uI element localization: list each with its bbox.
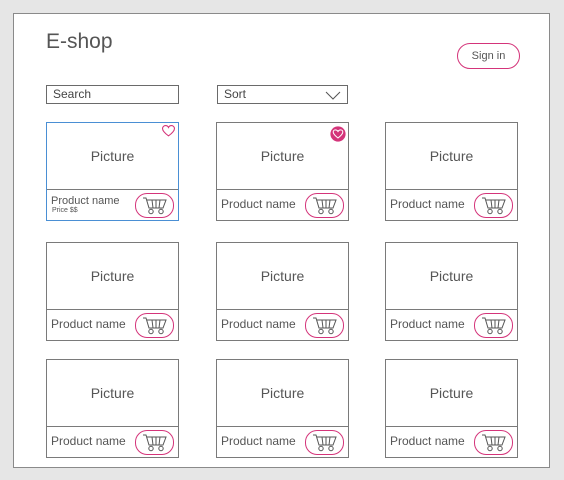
sign-in-button[interactable]: Sign in (457, 43, 520, 69)
product-card-7[interactable]: Picture Product name (46, 359, 179, 458)
chevron-down-icon (325, 91, 341, 100)
shop-logo: E-shop (46, 30, 113, 53)
product-card-5[interactable]: Picture Product name (216, 242, 349, 341)
product-picture[interactable]: Picture (217, 360, 348, 427)
product-card-2[interactable]: Picture Product name (216, 122, 349, 221)
product-card-4[interactable]: Picture Product name (46, 242, 179, 341)
add-to-cart-button[interactable] (474, 430, 513, 455)
product-name[interactable]: Product name (221, 317, 296, 331)
add-to-cart-button[interactable] (474, 193, 513, 218)
shopping-cart-icon (142, 317, 167, 334)
add-to-cart-button[interactable] (305, 430, 344, 455)
product-picture[interactable]: Picture (386, 360, 517, 427)
sort-label: Sort (224, 87, 247, 101)
product-card-8[interactable]: Picture Product name (216, 359, 349, 458)
product-card-9[interactable]: Picture Product name (385, 359, 518, 458)
product-name[interactable]: Product name (390, 197, 465, 211)
product-name[interactable]: Product name (390, 434, 465, 448)
product-picture[interactable]: Picture (47, 360, 178, 427)
product-name[interactable]: Product name (221, 197, 296, 211)
shopping-cart-icon (142, 197, 167, 214)
product-name[interactable]: Product name (221, 434, 296, 448)
add-to-cart-button[interactable] (135, 193, 174, 218)
add-to-cart-button[interactable] (305, 193, 344, 218)
heart-icon[interactable] (162, 125, 175, 137)
product-name[interactable]: Product name (51, 434, 126, 448)
add-to-cart-button[interactable] (135, 313, 174, 338)
product-picture[interactable]: Picture (386, 123, 517, 190)
product-card-3[interactable]: Picture Product name (385, 122, 518, 221)
product-name[interactable]: Product name (51, 317, 126, 331)
product-name[interactable]: Product name (390, 317, 465, 331)
heart-filled-icon[interactable] (330, 126, 346, 142)
product-card-1[interactable]: Picture Product name Price $$ (46, 122, 179, 221)
product-name[interactable]: Product name (51, 195, 119, 207)
shopping-cart-icon (312, 317, 337, 334)
search-input[interactable]: Search (46, 85, 179, 104)
shopping-cart-icon (142, 434, 167, 451)
product-price: Price $$ (52, 207, 78, 214)
add-to-cart-button[interactable] (135, 430, 174, 455)
product-picture[interactable]: Picture (47, 123, 178, 190)
shopping-cart-icon (481, 197, 506, 214)
shopping-cart-icon (481, 434, 506, 451)
sort-dropdown[interactable]: Sort (217, 85, 348, 104)
product-picture[interactable]: Picture (217, 123, 348, 190)
product-card-6[interactable]: Picture Product name (385, 242, 518, 341)
product-picture[interactable]: Picture (47, 243, 178, 310)
add-to-cart-button[interactable] (474, 313, 513, 338)
shopping-cart-icon (312, 197, 337, 214)
product-picture[interactable]: Picture (386, 243, 517, 310)
shopping-cart-icon (312, 434, 337, 451)
product-picture[interactable]: Picture (217, 243, 348, 310)
add-to-cart-button[interactable] (305, 313, 344, 338)
shopping-cart-icon (481, 317, 506, 334)
